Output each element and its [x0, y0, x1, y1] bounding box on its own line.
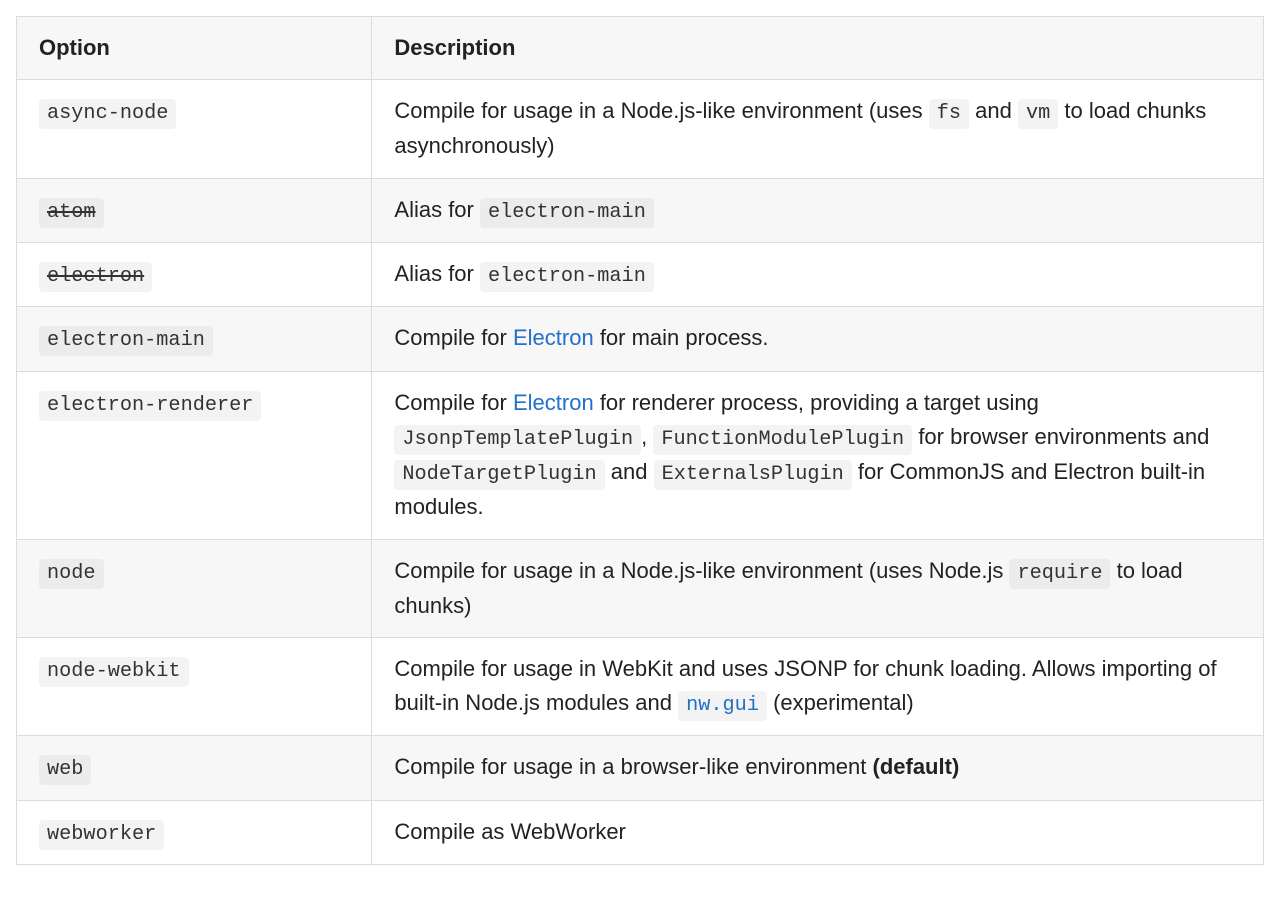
table-row: node-webkit Compile for usage in WebKit a…: [17, 637, 1264, 735]
option-cell: webworker: [17, 800, 372, 864]
inline-link[interactable]: Electron: [513, 325, 594, 350]
header-description: Description: [372, 17, 1264, 80]
table-row: webworker Compile as WebWorker: [17, 800, 1264, 864]
option-cell: atom: [17, 178, 372, 242]
table-row: atom Alias for electron-main: [17, 178, 1264, 242]
table-row: node Compile for usage in a Node.js-like …: [17, 539, 1264, 637]
option-cell: node-webkit: [17, 637, 372, 735]
header-option: Option: [17, 17, 372, 80]
option-cell: electron-renderer: [17, 371, 372, 539]
table-row: web Compile for usage in a browser-like e…: [17, 736, 1264, 800]
option-code: node: [39, 559, 104, 589]
description-cell: Compile for Electron for main process.: [372, 307, 1264, 371]
option-code: webworker: [39, 820, 164, 850]
description-cell: Alias for electron-main: [372, 242, 1264, 306]
option-code: electron: [39, 262, 152, 292]
option-cell: electron-main: [17, 307, 372, 371]
option-code: electron-main: [39, 326, 213, 356]
option-code: electron-renderer: [39, 391, 261, 421]
bold-text: (default): [873, 754, 960, 779]
inline-code: ExternalsPlugin: [654, 460, 852, 490]
inline-code: electron-main: [480, 262, 654, 292]
option-code: atom: [39, 198, 104, 228]
option-code: node-webkit: [39, 657, 189, 687]
option-cell: async-node: [17, 80, 372, 178]
option-cell: node: [17, 539, 372, 637]
inline-link[interactable]: Electron: [513, 390, 594, 415]
inline-code: fs: [929, 99, 969, 129]
target-options-table: Option Description async-node Compile for…: [16, 16, 1264, 865]
option-code: web: [39, 755, 91, 785]
description-cell: Compile for usage in a Node.js-like envi…: [372, 80, 1264, 178]
option-code: async-node: [39, 99, 176, 129]
inline-code-link[interactable]: nw.gui: [678, 691, 767, 721]
inline-code: JsonpTemplatePlugin: [394, 425, 641, 455]
inline-code: electron-main: [480, 198, 654, 228]
table-row: electron Alias for electron-main: [17, 242, 1264, 306]
table-row: electron-renderer Compile for Electron fo…: [17, 371, 1264, 539]
description-cell: Compile for usage in a browser-like envi…: [372, 736, 1264, 800]
inline-code: FunctionModulePlugin: [653, 425, 912, 455]
option-cell: web: [17, 736, 372, 800]
option-cell: electron: [17, 242, 372, 306]
description-cell: Compile for Electron for renderer proces…: [372, 371, 1264, 539]
inline-code: NodeTargetPlugin: [394, 460, 604, 490]
table-row: async-node Compile for usage in a Node.js…: [17, 80, 1264, 178]
inline-code: require: [1009, 559, 1110, 589]
description-cell: Compile for usage in a Node.js-like envi…: [372, 539, 1264, 637]
inline-code: vm: [1018, 99, 1058, 129]
description-cell: Compile as WebWorker: [372, 800, 1264, 864]
description-cell: Compile for usage in WebKit and uses JSO…: [372, 637, 1264, 735]
description-cell: Alias for electron-main: [372, 178, 1264, 242]
table-row: electron-main Compile for Electron for ma…: [17, 307, 1264, 371]
